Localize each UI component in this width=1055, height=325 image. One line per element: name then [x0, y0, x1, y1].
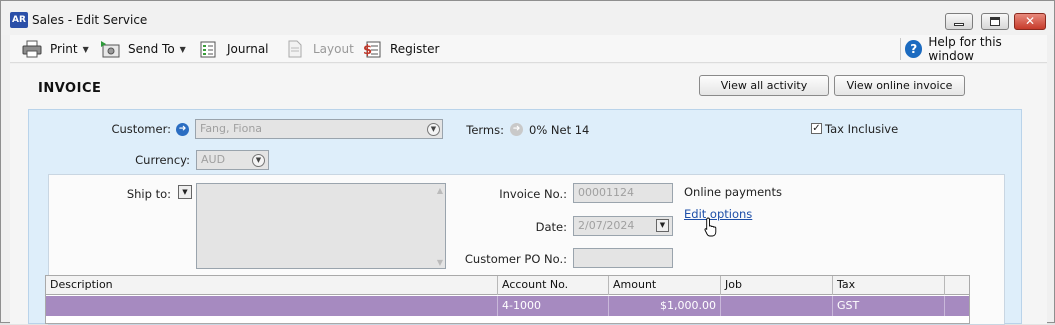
help-icon: ?	[905, 40, 923, 58]
journal-icon	[200, 41, 216, 58]
column-header-account-no[interactable]: Account No.	[498, 276, 609, 295]
help-label: Help for this window	[928, 35, 1002, 63]
title-bar: AR Sales - Edit Service ✕	[1, 1, 1054, 35]
toolbar-divider	[900, 38, 901, 60]
journal-button[interactable]: Journal	[199, 39, 269, 59]
terms-label: Terms:	[466, 123, 504, 137]
currency-value: AUD	[201, 153, 226, 166]
ship-to-textarea[interactable]: ▲ ▼	[196, 183, 446, 269]
sales-edit-service-window: AR Sales - Edit Service ✕ Print ▼ Send T…	[0, 0, 1055, 325]
register-icon: $	[363, 41, 381, 58]
customer-details-arrow-icon[interactable]: ➜	[176, 123, 189, 136]
customer-label: Customer:	[111, 122, 171, 136]
view-all-activity-button[interactable]: View all activity	[699, 75, 829, 96]
customer-po-field[interactable]	[573, 248, 673, 268]
cell-tax[interactable]: GST	[833, 296, 945, 316]
cell-job[interactable]	[721, 296, 833, 316]
printer-icon	[22, 40, 42, 58]
date-value: 2/07/2024	[578, 219, 635, 232]
customer-field[interactable]: Fang, Fiona	[195, 119, 443, 139]
register-button[interactable]: $ Register	[362, 39, 439, 59]
cell-description[interactable]	[46, 296, 498, 316]
terms-value: 0% Net 14	[529, 123, 590, 137]
cell-amount[interactable]: $1,000.00	[609, 296, 721, 316]
send-to-button[interactable]: Send To ▼	[100, 39, 186, 59]
invoice-no-field[interactable]: 00001124	[573, 183, 673, 203]
close-button[interactable]: ✕	[1014, 13, 1046, 30]
column-header-description[interactable]: Description	[46, 276, 498, 295]
print-label: Print	[50, 42, 78, 56]
invoice-no-value: 00001124	[578, 186, 634, 199]
hand-cursor-icon	[704, 217, 717, 237]
maximize-icon	[990, 17, 1000, 26]
send-to-label: Send To	[128, 42, 175, 56]
table-row[interactable]: 4-1000 $1,000.00 GST	[46, 296, 969, 316]
app-logo-icon: AR	[10, 12, 28, 28]
toolbar: Print ▼ Send To ▼ Journal Layout $ Regis…	[10, 35, 1047, 63]
view-online-invoice-button[interactable]: View online invoice	[834, 75, 965, 96]
tax-inclusive-checkbox[interactable]: ✓	[811, 123, 822, 134]
ship-to-label: Ship to:	[126, 187, 171, 201]
help-button[interactable]: ? Help for this window	[905, 35, 1047, 63]
invoice-no-label: Invoice No.:	[499, 187, 567, 201]
column-header-job[interactable]: Job	[721, 276, 833, 295]
currency-dropdown-icon[interactable]: ▼	[252, 154, 265, 167]
print-button[interactable]: Print ▼	[22, 39, 89, 59]
main-content: INVOICE View all activity View online in…	[10, 64, 1047, 325]
scroll-down-icon: ▼	[436, 258, 443, 267]
maximize-button[interactable]	[981, 13, 1009, 30]
cell-account-no[interactable]: 4-1000	[498, 296, 609, 316]
register-label: Register	[390, 42, 440, 56]
table-header: Description Account No. Amount Job Tax	[46, 276, 969, 295]
column-header-amount[interactable]: Amount	[609, 276, 721, 295]
window-title: Sales - Edit Service	[32, 13, 148, 27]
online-payments-label: Online payments	[684, 185, 782, 199]
column-header-tax[interactable]: Tax	[833, 276, 945, 295]
edit-options-link[interactable]: Edit options	[684, 207, 752, 221]
date-dropdown-icon[interactable]: ▼	[656, 219, 669, 232]
date-label: Date:	[535, 220, 567, 234]
customer-dropdown-icon[interactable]: ▼	[427, 123, 440, 136]
currency-label: Currency:	[135, 153, 190, 167]
minimize-icon	[954, 23, 964, 26]
terms-arrow-icon[interactable]: ➜	[510, 123, 523, 136]
ship-to-dropdown-icon[interactable]: ▼	[178, 185, 192, 199]
chevron-down-icon: ▼	[179, 44, 186, 54]
send-icon	[101, 41, 120, 58]
tax-inclusive-label: Tax Inclusive	[825, 122, 899, 136]
minimize-button[interactable]	[945, 13, 973, 30]
customer-value: Fang, Fiona	[200, 122, 263, 135]
chevron-down-icon: ▼	[82, 44, 89, 54]
scroll-up-icon: ▲	[436, 186, 443, 195]
layout-label: Layout	[313, 42, 354, 56]
journal-label: Journal	[227, 42, 269, 56]
customer-po-label: Customer PO No.:	[464, 252, 567, 266]
close-icon: ✕	[1024, 14, 1036, 28]
line-items-table: Description Account No. Amount Job Tax 4…	[45, 275, 970, 324]
svg-text:$: $	[363, 43, 372, 58]
layout-icon	[288, 40, 302, 58]
layout-button: Layout	[285, 39, 354, 59]
page-title: INVOICE	[38, 81, 102, 96]
